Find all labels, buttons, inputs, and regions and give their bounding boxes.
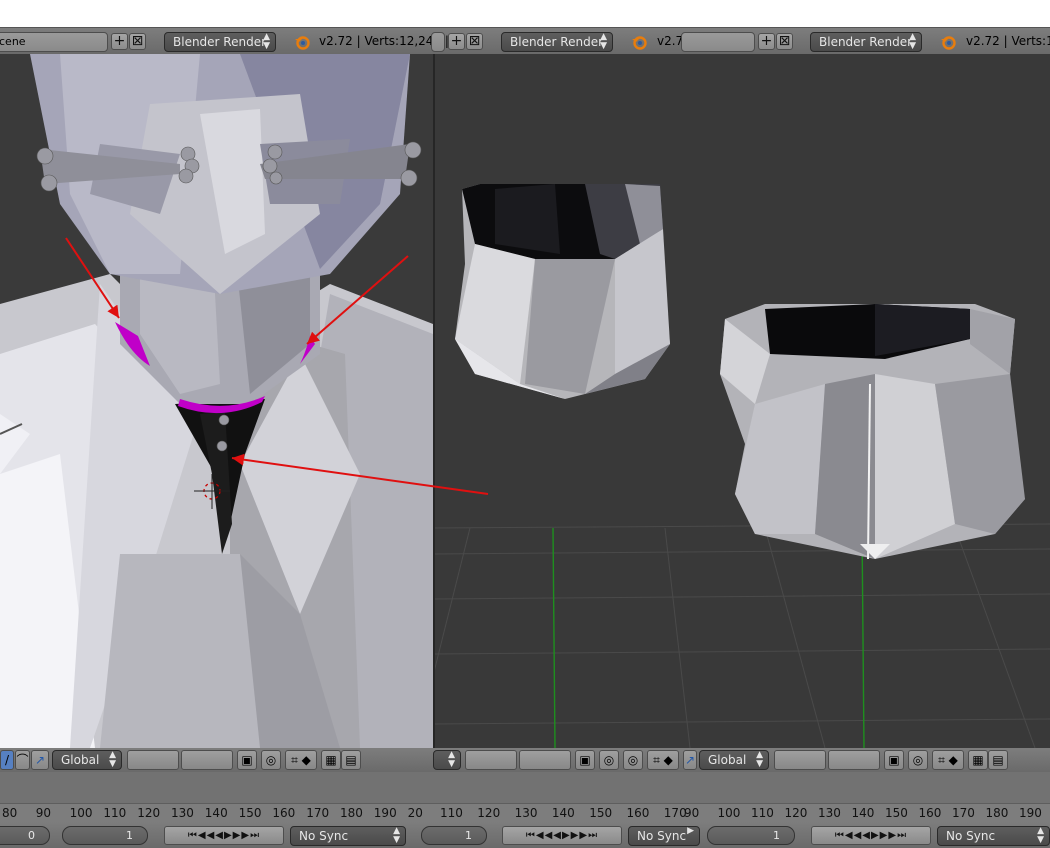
current-frame-field-3[interactable]: 1 — [707, 826, 795, 845]
rotate-manipulator-icon[interactable]: / — [0, 750, 14, 770]
timeline-tick-label: 130 — [818, 806, 841, 820]
updown-arrow-icon: ▶ — [687, 826, 694, 836]
proportional-edit-icon-2[interactable]: ◎ — [623, 750, 643, 770]
timeline-tick-label: 120 — [477, 806, 501, 820]
lock-camera-icon[interactable]: ▣ — [237, 750, 257, 770]
current-frame-field[interactable]: 1 — [62, 826, 148, 845]
transform-orientation-select-2[interactable]: Global ▲ ▼ — [699, 750, 769, 770]
timeline-tick-label: 180 — [340, 806, 363, 820]
updown-arrow-icon: ▲ ▼ — [109, 750, 116, 769]
timeline-tick-label: 90 — [35, 806, 52, 820]
timeline-tick-label: 160 — [272, 806, 296, 820]
scale-manipulator-icon[interactable]: ⌒ — [15, 750, 30, 770]
snap-icon-2[interactable]: ⌗ ◆ — [647, 750, 679, 770]
snap-icon-3[interactable]: ⌗ ◆ — [932, 750, 964, 770]
sync-mode-select[interactable]: No Sync ▲ ▼ — [290, 826, 406, 846]
layers-e-button[interactable] — [774, 750, 826, 770]
pivot-icon[interactable]: ◎ — [599, 750, 619, 770]
timeline-tick-label: 20 — [407, 806, 423, 820]
layers-b-button[interactable] — [181, 750, 233, 770]
timeline-tick-label: 150 — [885, 806, 908, 820]
timeline-tick-label: 130 — [514, 806, 538, 820]
playback-controls-2[interactable]: ⏮◀◀◀▶▶▶⏭ — [502, 826, 622, 845]
updown-arrow-icon: ▲ ▼ — [448, 750, 455, 769]
timeline-tick-label: 170 — [952, 806, 975, 820]
timeline-tick-label: 190 — [373, 806, 397, 820]
end-frame-field[interactable]: 0 — [0, 826, 50, 845]
timeline-tick-label: 160 — [626, 806, 650, 820]
updown-arrow-icon: ▲ ▼ — [393, 826, 400, 845]
snap-icon[interactable]: ⌗ ◆ — [285, 750, 317, 770]
updown-arrow-icon: ▲ ▼ — [1037, 826, 1044, 845]
proportional-edit-icon[interactable]: ◎ — [261, 750, 281, 770]
timeline-tick-label: 120 — [137, 806, 161, 820]
timeline-tick-label: 100 — [69, 806, 93, 820]
lock-camera-icon-2[interactable]: ▣ — [575, 750, 595, 770]
clapper-icon[interactable]: ▤ — [341, 750, 361, 770]
layers-f-button[interactable] — [828, 750, 880, 770]
layers-d-button[interactable] — [519, 750, 571, 770]
timeline-tick-label: 80 — [2, 806, 18, 820]
timeline-tick-label: 170 — [306, 806, 330, 820]
lock-camera-icon-3[interactable]: ▣ — [884, 750, 904, 770]
clapper-icon-2[interactable]: ▤ — [988, 750, 1008, 770]
timeline-tick-label: 150 — [238, 806, 262, 820]
timeline-tick-label: 140 — [204, 806, 228, 820]
timeline-tick-label: 110 — [103, 806, 127, 820]
playback-controls[interactable]: ⏮◀◀◀▶▶▶⏭ — [164, 826, 284, 845]
timeline-tick-label: 150 — [589, 806, 613, 820]
proportional-edit-icon-3[interactable]: ◎ — [908, 750, 928, 770]
translate-manipulator-icon[interactable]: ↗ — [31, 750, 49, 770]
updown-arrow-icon: ▲ ▼ — [756, 750, 763, 769]
timeline-tick-label: 140 — [551, 806, 575, 820]
current-frame-field-2[interactable]: 1 — [421, 826, 487, 845]
timeline-tick-label: 110 — [440, 806, 463, 820]
timeline-tick-label: 180 — [985, 806, 1009, 820]
annotation-arrows — [65, 237, 489, 495]
sync-mode-select-2[interactable]: No Sync ▶ — [628, 826, 700, 846]
timeline-tick-label: 120 — [784, 806, 808, 820]
timeline-tick-label: 100 — [717, 806, 741, 820]
render-camera-icon-2[interactable]: ▦ — [968, 750, 988, 770]
render-camera-icon[interactable]: ▦ — [321, 750, 341, 770]
timeline-tick-label: 90 — [684, 806, 700, 820]
transform-orientation-select[interactable]: Global ▲ ▼ — [52, 750, 122, 770]
timeline-tick-label: 110 — [751, 806, 774, 820]
timeline-tick-label: 140 — [851, 806, 875, 820]
translate-manipulator-icon-2[interactable]: ↗ — [683, 750, 697, 770]
layers-a-button[interactable] — [127, 750, 179, 770]
layers-c-button[interactable] — [465, 750, 517, 770]
timeline-tick-label: 160 — [918, 806, 942, 820]
mode-select-mid[interactable]: ▲ ▼ — [433, 750, 461, 770]
sync-mode-select-3[interactable]: No Sync ▲ ▼ — [937, 826, 1050, 846]
timeline-tick-label: 130 — [171, 806, 194, 820]
timeline-tick-label: 190 — [1019, 806, 1042, 820]
playback-controls-3[interactable]: ⏮◀◀◀▶▶▶⏭ — [811, 826, 931, 845]
